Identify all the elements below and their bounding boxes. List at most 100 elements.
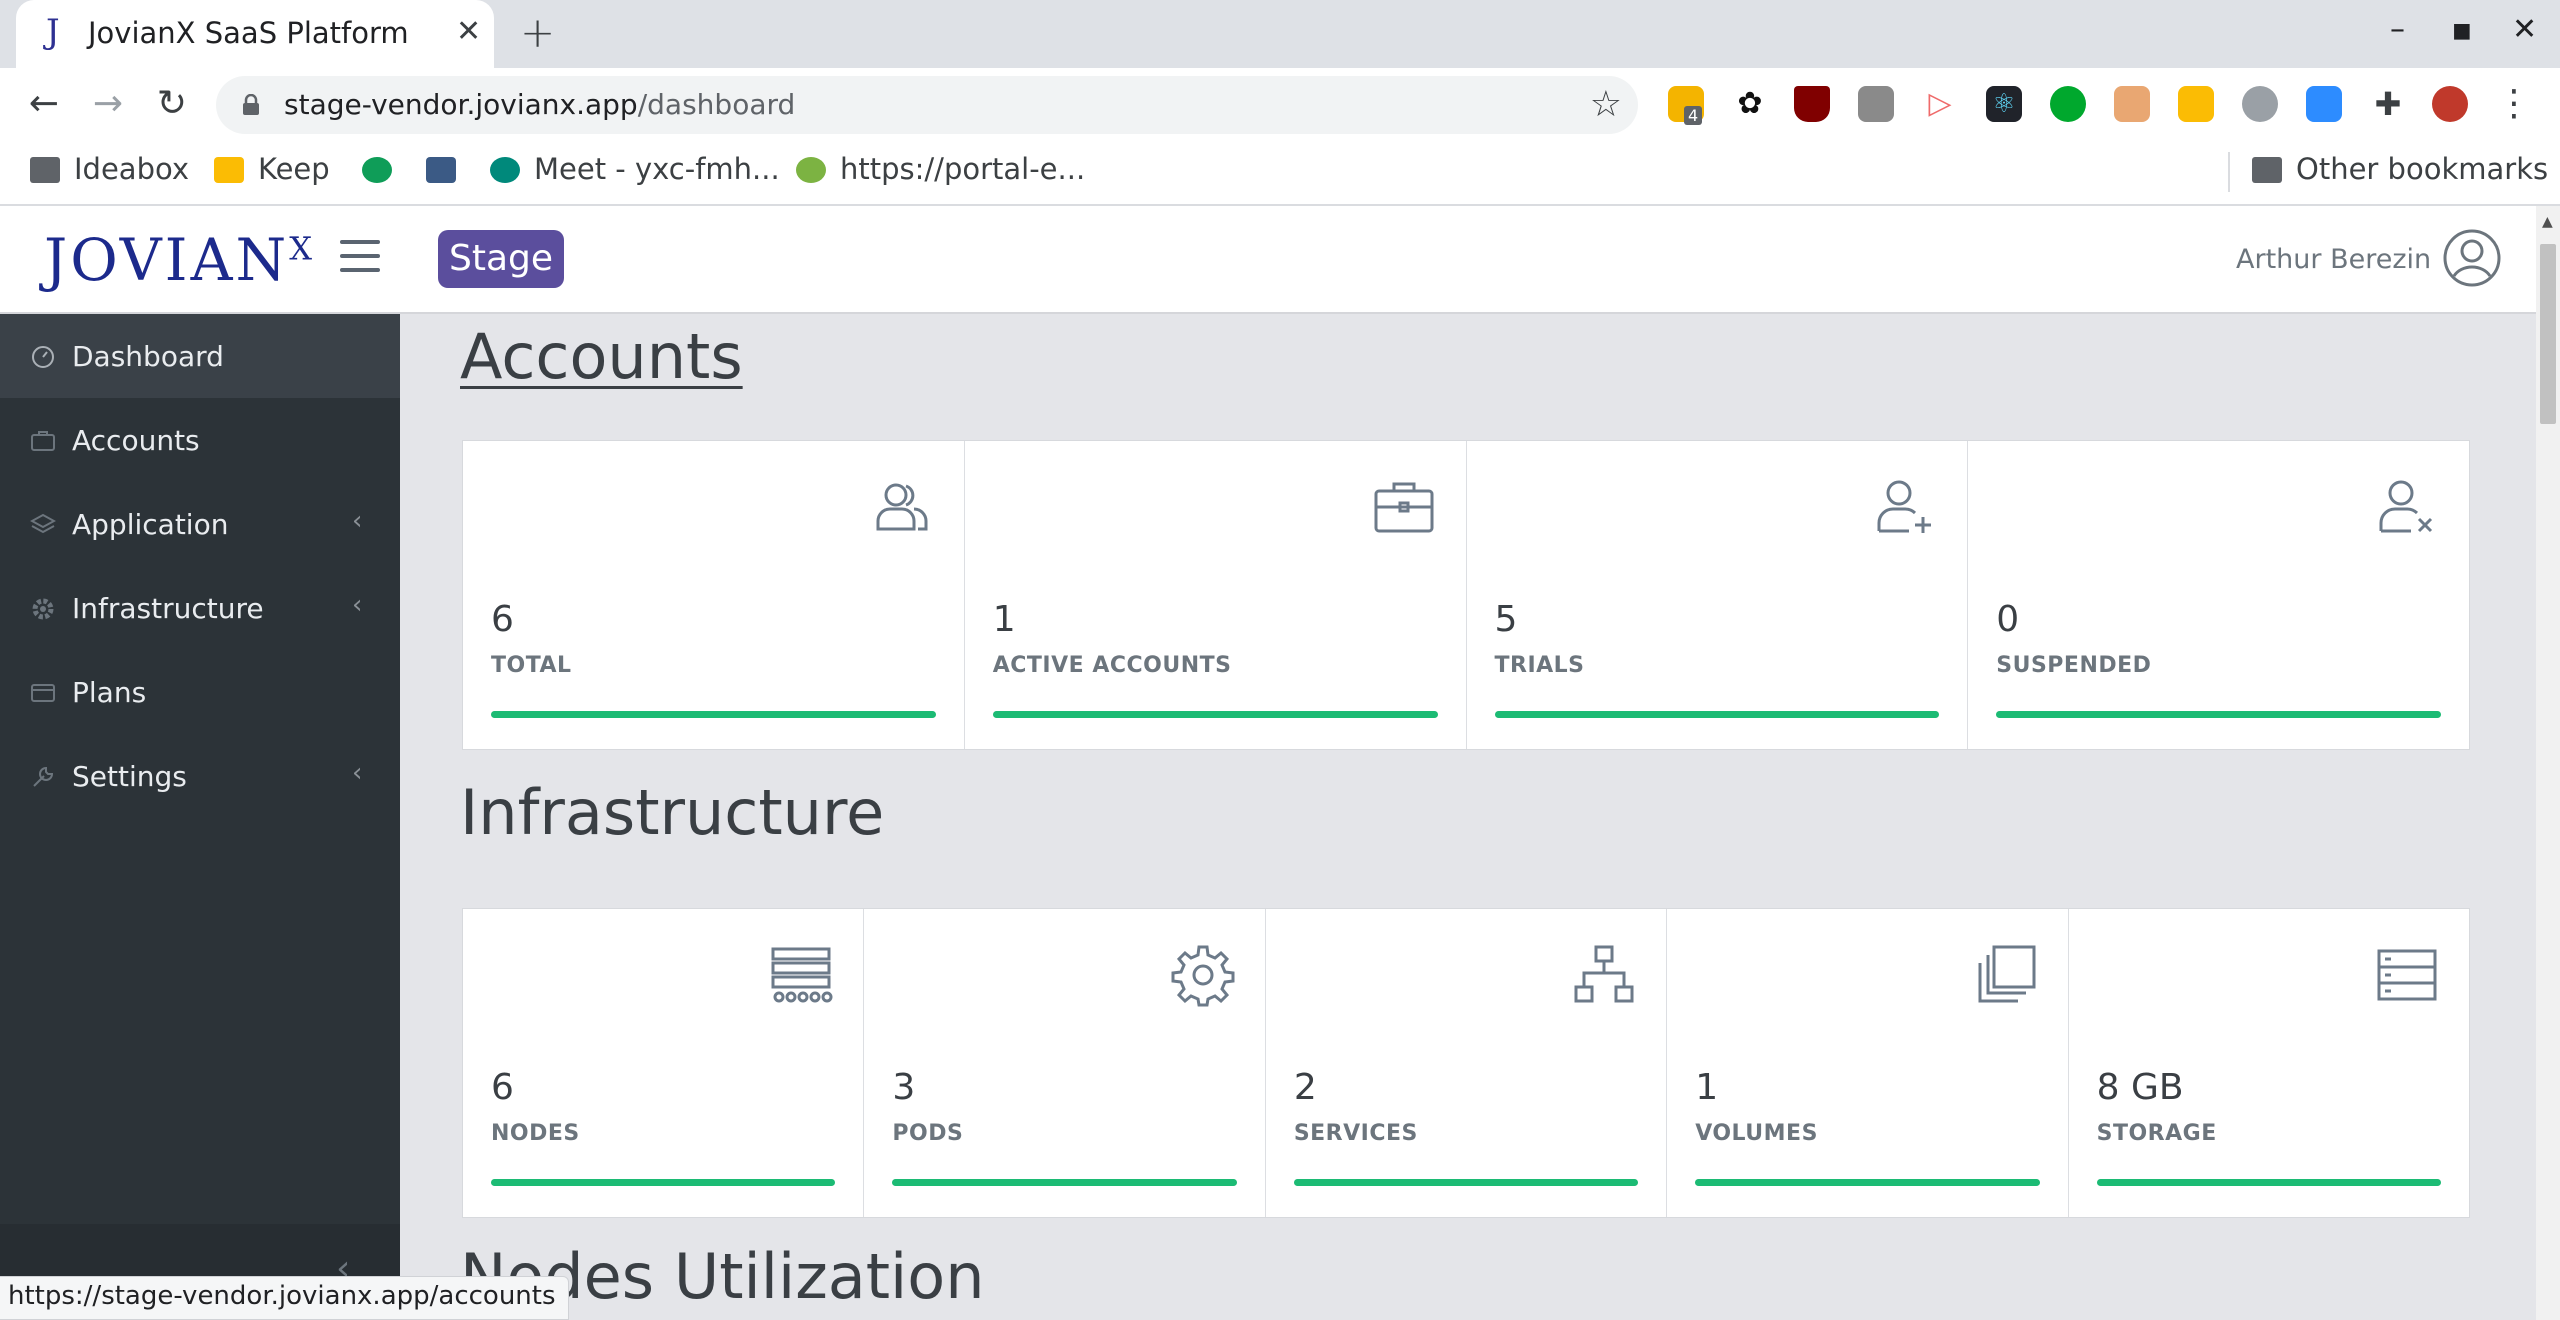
folder-icon <box>2252 157 2282 183</box>
extension-badge: 4 <box>1684 106 1703 125</box>
url-text: stage-vendor.jovianx.app/dashboard <box>284 88 795 121</box>
close-window-icon[interactable]: ✕ <box>2512 12 2537 47</box>
sidebar-item-settings[interactable]: Settings ‹ <box>0 734 400 818</box>
user-plus-icon <box>1877 480 1932 533</box>
card-value: 8 GB <box>2096 1067 2184 1108</box>
bookmark-label: Meet - yxc-fmh... <box>534 152 780 186</box>
progress-fill <box>491 711 936 718</box>
profile-avatar-icon[interactable] <box>2432 86 2468 122</box>
extension-zoom-icon[interactable] <box>2306 86 2342 122</box>
bookmark-star-icon[interactable]: ☆ <box>1590 84 1622 125</box>
forward-arrow-icon[interactable]: → <box>84 80 132 128</box>
card-label: SUSPENDED <box>1996 653 2152 678</box>
clock-icon <box>426 157 456 183</box>
scroll-up-icon[interactable]: ▲ <box>2542 214 2553 230</box>
bookmark-portal[interactable]: https://portal-e... <box>796 152 1085 192</box>
sidebar-item-infrastructure[interactable]: Infrastructure ‹ <box>0 566 400 650</box>
extension-chat-icon[interactable]: 4 <box>1668 86 1704 125</box>
progress-bar <box>1996 711 2441 718</box>
accounts-heading[interactable]: Accounts <box>460 320 743 393</box>
extensions-puzzle-icon[interactable]: ✚ <box>2370 86 2406 122</box>
storage-icon <box>2377 949 2437 1001</box>
infra-card-nodes[interactable]: 6 NODES <box>463 909 865 1217</box>
sidebar-item-label: Plans <box>72 676 147 709</box>
infra-card-volumes[interactable]: 1 VOLUMES <box>1667 909 2069 1217</box>
account-card-trials[interactable]: 5 TRIALS <box>1467 441 1969 749</box>
card-value: 1 <box>1695 1067 1719 1108</box>
reload-icon[interactable]: ↻ <box>148 80 196 128</box>
user-name[interactable]: Arthur Berezin <box>2236 244 2431 275</box>
bookmark-meet[interactable]: Meet - yxc-fmh... <box>490 152 780 192</box>
folder-icon <box>30 157 60 183</box>
progress-fill <box>1695 1179 2040 1186</box>
scroll-thumb[interactable] <box>2540 244 2556 424</box>
stage-badge[interactable]: Stage <box>438 230 564 288</box>
back-arrow-icon[interactable]: ← <box>20 80 68 128</box>
infra-card-storage[interactable]: 8 GB STORAGE <box>2069 909 2469 1217</box>
extension-google-icon[interactable] <box>2178 86 2214 122</box>
card-value: 2 <box>1293 1067 1317 1108</box>
keep-bulb-icon <box>214 157 244 183</box>
extension-gnome-icon[interactable]: ✿ <box>1732 86 1768 122</box>
jovianx-logo[interactable]: JOVIANX <box>44 226 315 294</box>
minimize-window-icon[interactable]: – <box>2390 12 2405 47</box>
browser-toolbar: ← → ↻ stage-vendor.jovianx.app/dashboard… <box>0 68 2560 142</box>
portal-icon <box>796 157 826 183</box>
user-x-icon <box>2379 480 2433 533</box>
extension-hubspot-icon[interactable] <box>1858 86 1894 122</box>
sidebar-item-application[interactable]: Application ‹ <box>0 482 400 566</box>
sidebar-item-dashboard[interactable]: Dashboard <box>0 314 400 398</box>
browser-menu-icon[interactable]: ⋮ <box>2490 80 2538 128</box>
infra-card-pods[interactable]: 3 PODS <box>864 909 1266 1217</box>
card-value: 5 <box>1494 599 1518 640</box>
sidebar: Dashboard Accounts Application ‹ Infrast… <box>0 314 400 1320</box>
extension-play-icon[interactable]: ▷ <box>1922 86 1958 122</box>
sidebar-item-label: Dashboard <box>72 340 224 373</box>
layers-icon <box>30 513 56 534</box>
url-path: /dashboard <box>637 88 796 121</box>
new-tab-icon[interactable]: + <box>520 8 555 57</box>
account-card-total[interactable]: 6 TOTAL <box>463 441 965 749</box>
extension-puzzle-gray-icon[interactable] <box>2242 86 2278 122</box>
page-scrollbar[interactable]: ▲ <box>2536 206 2560 1320</box>
bookmark-ideabox[interactable]: Ideabox <box>30 152 189 192</box>
account-card-active[interactable]: 1 ACTIVE ACCOUNTS <box>965 441 1467 749</box>
account-card-suspended[interactable]: 0 SUSPENDED <box>1968 441 2469 749</box>
chevron-left-icon: ‹ <box>352 758 363 788</box>
maximize-window-icon[interactable]: ◼ <box>2452 16 2472 44</box>
sidebar-item-plans[interactable]: Plans <box>0 650 400 734</box>
card-label: ACTIVE ACCOUNTS <box>992 653 1232 678</box>
sidebar-item-label: Accounts <box>72 424 200 457</box>
address-bar[interactable]: stage-vendor.jovianx.app/dashboard ☆ <box>216 76 1638 134</box>
progress-fill <box>1996 711 2441 718</box>
wrench-icon <box>33 766 54 787</box>
close-tab-icon[interactable]: ✕ <box>456 14 481 49</box>
bookmark-hangouts[interactable] <box>362 152 406 192</box>
infrastructure-heading: Infrastructure <box>460 776 885 849</box>
chevron-left-icon: ‹ <box>352 506 363 536</box>
hamburger-menu-icon[interactable] <box>340 240 380 272</box>
extension-toolbox-icon[interactable] <box>2114 86 2150 122</box>
bookmarks-bar: Ideabox Keep Meet - yxc-fmh... https://p… <box>0 142 2560 206</box>
extension-react-icon[interactable]: ⚛ <box>1986 86 2022 122</box>
progress-fill <box>992 711 1438 718</box>
bookmark-keep[interactable]: Keep <box>214 152 330 192</box>
progress-bar <box>2096 1179 2442 1186</box>
sidebar-item-accounts[interactable]: Accounts <box>0 398 400 482</box>
bookmark-label: Other bookmarks <box>2296 152 2549 186</box>
bookmark-label: https://portal-e... <box>840 152 1086 186</box>
sitemap-icon <box>1574 945 1634 1003</box>
progress-bar <box>1293 1179 1639 1186</box>
tab-title: JovianX SaaS Platform <box>88 16 409 50</box>
bookmark-clock[interactable] <box>426 152 470 192</box>
infra-card-services[interactable]: 2 SERVICES <box>1266 909 1668 1217</box>
progress-bar <box>491 711 936 718</box>
progress-bar <box>1494 711 1940 718</box>
hangouts-icon <box>362 157 392 183</box>
extension-evernote-icon[interactable] <box>2050 86 2086 122</box>
user-avatar-icon[interactable] <box>2442 228 2502 288</box>
extension-ublock-icon[interactable] <box>1794 86 1830 122</box>
card-label: SERVICES <box>1293 1121 1418 1146</box>
browser-tab[interactable]: J JovianX SaaS Platform ✕ <box>16 0 494 68</box>
bookmark-other[interactable]: Other bookmarks <box>2252 152 2548 192</box>
